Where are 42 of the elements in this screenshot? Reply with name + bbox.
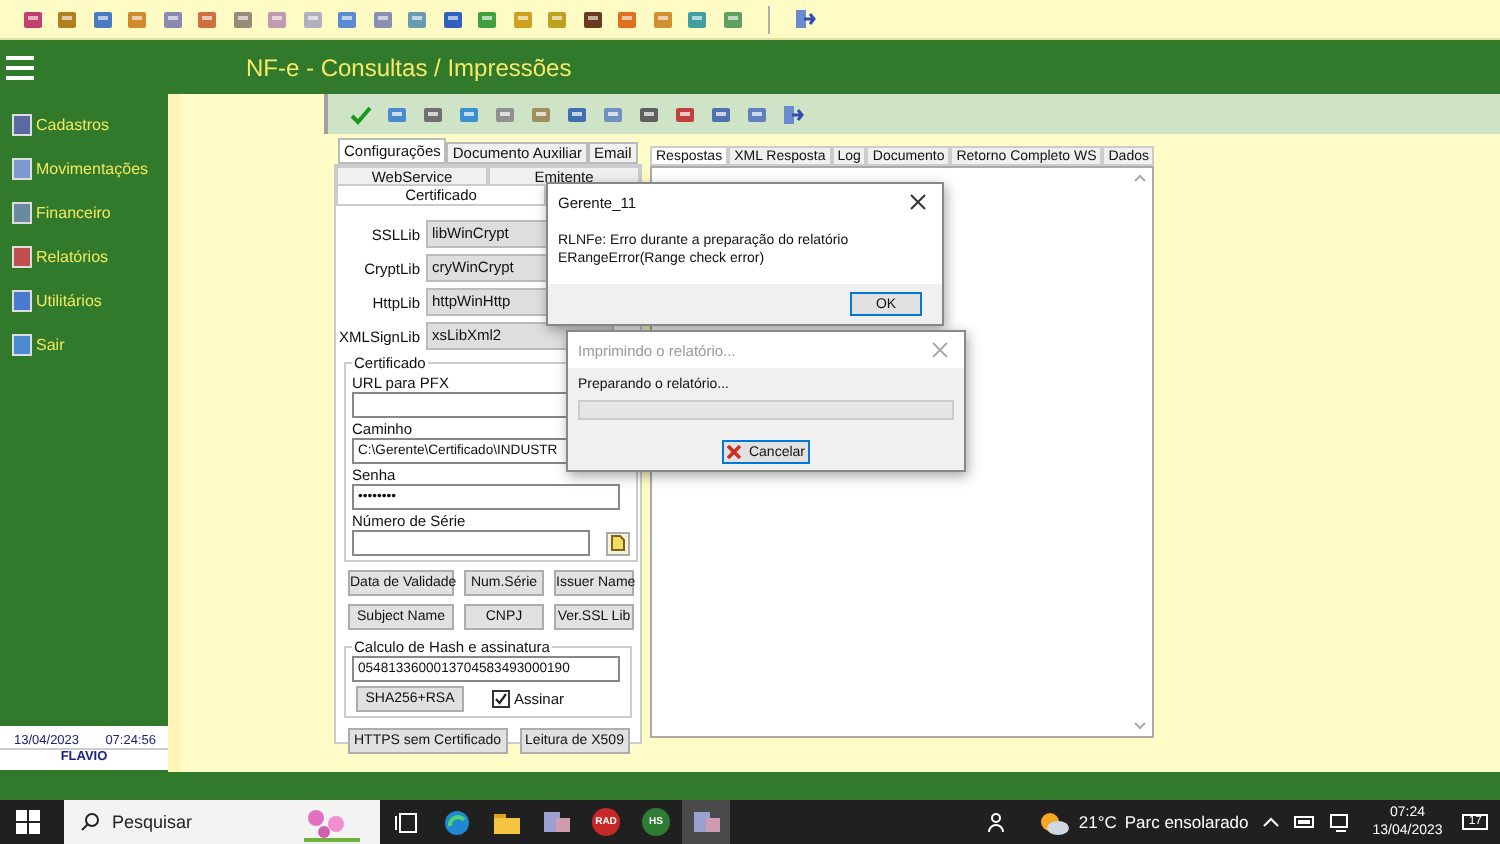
toolbar-icon[interactable] [636,102,660,126]
toolbar-icon[interactable] [90,7,114,31]
toolbar-icon[interactable] [20,7,44,31]
weather-temperature[interactable]: 21°C [1078,812,1117,832]
battery-icon[interactable] [1294,814,1317,830]
toolbar-icon[interactable] [672,102,696,126]
module-icon [12,289,32,311]
check-icon[interactable] [348,102,372,126]
module-icon [12,113,32,135]
close-icon[interactable] [910,194,926,210]
toolbar-icon[interactable] [440,7,464,31]
scroll-down-icon[interactable] [1134,722,1146,730]
weather-icon[interactable] [1038,809,1071,835]
menu-icon[interactable] [6,55,34,79]
module-icon [12,201,32,223]
input-field[interactable] [352,530,590,556]
exit-icon[interactable] [780,102,804,126]
check-icon [494,692,508,706]
module-icon [12,157,32,179]
window-icon[interactable] [682,800,730,844]
exit-icon[interactable] [792,7,816,31]
toolbar-icon[interactable] [564,102,588,126]
toolbar-icon[interactable] [420,102,444,126]
toolbar-icon[interactable] [580,7,604,31]
sidebar-item[interactable]: Cadastros [12,112,168,136]
chevron-up-icon[interactable] [1262,816,1281,828]
sidebar-item[interactable]: Relatórios [12,244,168,268]
sidebar-item[interactable]: Movimentações [12,156,168,180]
module-icon [12,245,32,267]
scroll-up-icon[interactable] [1134,174,1146,182]
cross-icon [726,444,743,460]
sidebar-item[interactable]: Sair [12,332,168,356]
start-icon[interactable] [16,810,40,834]
sidebar-item[interactable]: Utilitários [12,288,168,312]
weather-text[interactable]: Parc ensolarado [1124,812,1249,832]
network-icon[interactable] [1330,813,1353,831]
sidebar-item[interactable]: Financeiro [12,200,168,224]
search-icon [80,812,100,832]
lookup-button[interactable] [606,531,630,555]
app-title: NF-e - Consultas / Impressões [246,53,572,81]
module-icon [12,333,32,355]
search-field[interactable]: Pesquisar [64,800,380,844]
